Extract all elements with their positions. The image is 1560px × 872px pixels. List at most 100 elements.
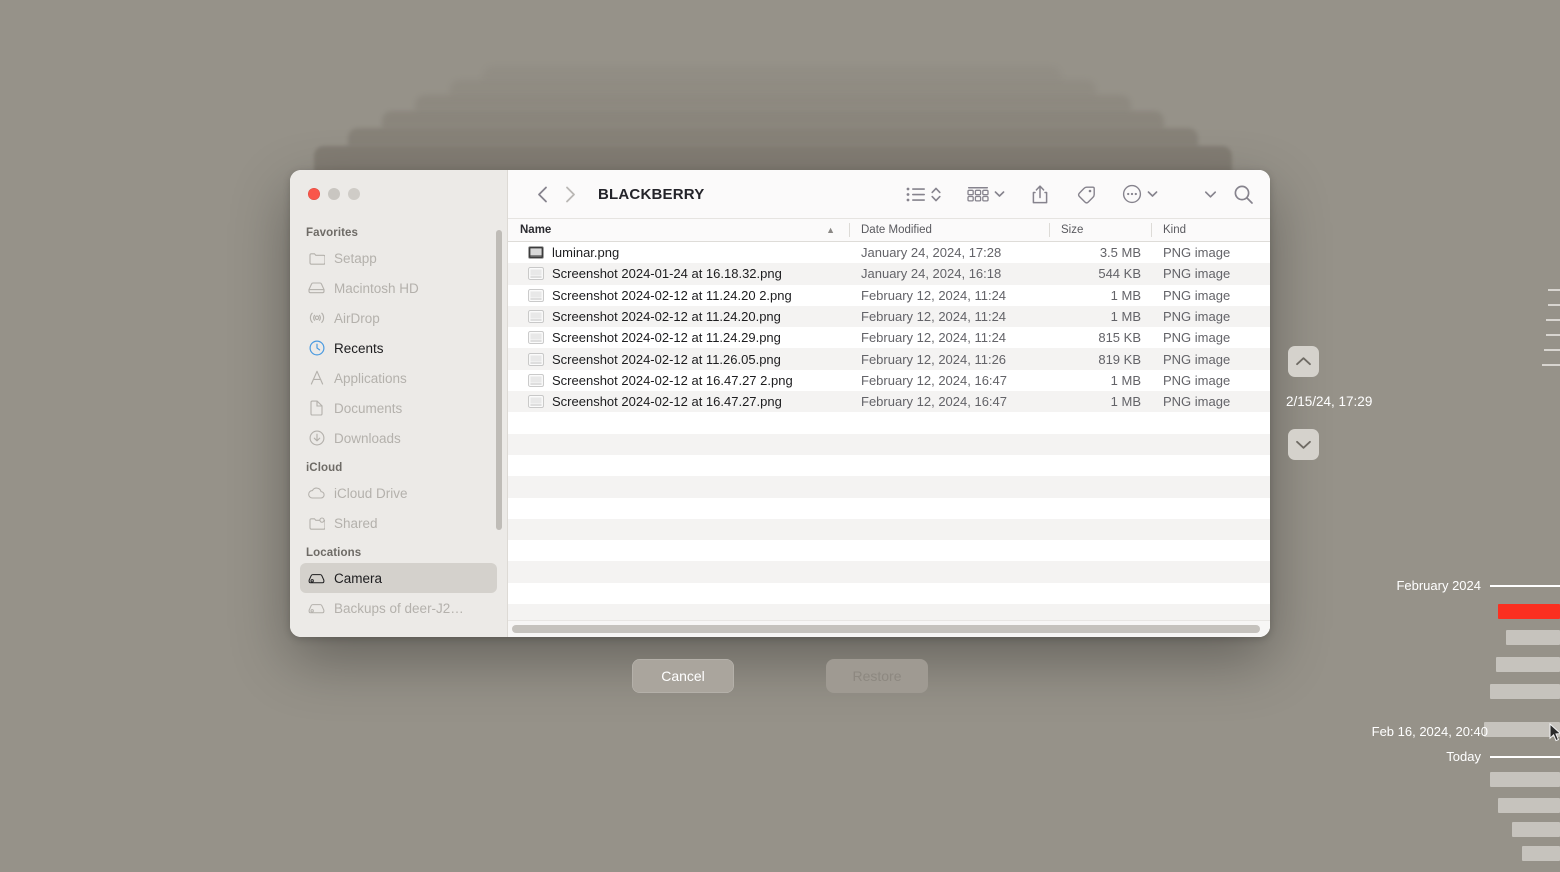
- timeline-bar[interactable]: [1496, 657, 1560, 672]
- overflow-chevron-down-icon[interactable]: [1204, 190, 1217, 199]
- timeline-bar[interactable]: [1506, 630, 1560, 645]
- timeline-bar-current[interactable]: [1498, 604, 1560, 619]
- sidebar-item-shared[interactable]: Shared: [300, 508, 497, 538]
- horizontal-scrollbar-thumb[interactable]: [512, 625, 1260, 633]
- sidebar-item-icloud-drive[interactable]: iCloud Drive: [300, 478, 497, 508]
- file-name-cell: luminar.png: [508, 245, 849, 260]
- sidebar-item-downloads[interactable]: Downloads: [300, 423, 497, 453]
- timeline-bar[interactable]: [1498, 798, 1560, 813]
- timeline-bar[interactable]: [1522, 846, 1560, 861]
- download-icon: [308, 430, 325, 447]
- stack-layer: [415, 95, 1131, 111]
- timeline-bar[interactable]: [1490, 684, 1560, 699]
- restore-button[interactable]: Restore: [826, 659, 928, 693]
- close-button[interactable]: [308, 188, 320, 200]
- timeline-label-text: February 2024: [1396, 578, 1481, 593]
- timeline-tick: [1548, 289, 1560, 291]
- file-name-cell: Screenshot 2024-02-12 at 11.24.20 2.png: [508, 288, 849, 303]
- table-row[interactable]: Screenshot 2024-02-12 at 16.47.27.png Feb…: [508, 391, 1270, 413]
- sidebar-item-recents[interactable]: Recents: [300, 333, 497, 363]
- forward-button[interactable]: [556, 180, 584, 208]
- share-icon[interactable]: [1031, 184, 1049, 205]
- table-row[interactable]: Screenshot 2024-01-24 at 16.18.32.png Jan…: [508, 263, 1270, 285]
- group-by-control[interactable]: [967, 186, 1005, 203]
- sidebar-item-setapp[interactable]: Setapp: [300, 243, 497, 273]
- sidebar-item-camera[interactable]: Camera: [300, 563, 497, 593]
- table-row[interactable]: luminar.png January 24, 2024, 17:28 3.5 MB…: [508, 242, 1270, 263]
- empty-row: [508, 518, 1270, 541]
- file-kind-cell: PNG image: [1163, 394, 1231, 410]
- sidebar-section-header: Favorites: [306, 227, 359, 239]
- view-mode-control[interactable]: [906, 186, 941, 203]
- up-down-chevron-icon[interactable]: [931, 186, 941, 203]
- table-row[interactable]: Screenshot 2024-02-12 at 16.47.27 2.png F…: [508, 370, 1270, 391]
- file-size-cell: 1 MB: [1110, 394, 1141, 410]
- minimize-button[interactable]: [328, 188, 340, 200]
- screenshot-thumb-icon: [528, 374, 544, 387]
- table-row[interactable]: Screenshot 2024-02-12 at 11.24.20.png Feb…: [508, 305, 1270, 328]
- timeline-tick: [1544, 349, 1560, 351]
- timeline-up-button[interactable]: [1288, 346, 1319, 377]
- horizontal-scrollbar[interactable]: [508, 620, 1270, 637]
- mouse-cursor: [1549, 723, 1560, 742]
- screenshot-thumb-icon: [528, 310, 544, 323]
- timeline-down-button[interactable]: [1288, 429, 1319, 460]
- maximize-button[interactable]: [348, 188, 360, 200]
- table-row[interactable]: Screenshot 2024-02-12 at 11.26.05.png Feb…: [508, 348, 1270, 370]
- more-options-control[interactable]: [1122, 184, 1158, 204]
- chevron-down-icon[interactable]: [994, 190, 1005, 198]
- table-row[interactable]: Screenshot 2024-02-12 at 11.24.29.png Feb…: [508, 327, 1270, 348]
- column-header-size[interactable]: Size: [1049, 219, 1151, 241]
- file-size-cell: 1 MB: [1110, 372, 1141, 388]
- column-header-name[interactable]: Name ▲: [508, 219, 849, 241]
- file-size-cell: 3.5 MB: [1099, 245, 1141, 261]
- timeline-bar[interactable]: [1512, 822, 1560, 837]
- search-icon[interactable]: [1233, 184, 1254, 205]
- file-name-label: Screenshot 2024-02-12 at 11.26.05.png: [552, 351, 781, 367]
- file-name-cell: Screenshot 2024-02-12 at 11.26.05.png: [508, 352, 849, 367]
- file-name-label: Screenshot 2024-02-12 at 11.24.20 2.png: [552, 287, 792, 303]
- back-button[interactable]: [528, 180, 556, 208]
- sidebar-item-label: Backups of deer-J2…: [334, 600, 464, 616]
- sidebar-item-airdrop[interactable]: AirDrop: [300, 303, 497, 333]
- column-header-kind[interactable]: Kind: [1151, 219, 1270, 241]
- stack-layer: [450, 80, 1096, 95]
- breadcrumb[interactable]: BLACKBERRY: [598, 186, 704, 203]
- file-kind-cell: PNG image: [1163, 309, 1231, 325]
- drive-icon: [308, 600, 325, 617]
- file-name-label: Screenshot 2024-02-12 at 11.24.29.png: [552, 330, 781, 346]
- sidebar-item-label: AirDrop: [334, 310, 380, 326]
- tag-icon[interactable]: [1075, 185, 1096, 204]
- sidebar-scrollbar[interactable]: [496, 230, 502, 530]
- column-header-label: Kind: [1163, 224, 1187, 236]
- sidebar-item-label: Camera: [334, 570, 383, 586]
- file-kind-cell: PNG image: [1163, 330, 1231, 346]
- sidebar-item-label: iCloud Drive: [334, 485, 408, 501]
- sidebar-item-backups-of-deer-j2[interactable]: Backups of deer-J2…: [300, 593, 497, 623]
- sidebar-item-applications[interactable]: Applications: [300, 363, 497, 393]
- cancel-button[interactable]: Cancel: [632, 659, 734, 693]
- column-header-date[interactable]: Date Modified: [849, 219, 1049, 241]
- file-name-cell: Screenshot 2024-02-12 at 16.47.27.png: [508, 394, 849, 409]
- file-size-cell: 1 MB: [1110, 309, 1141, 325]
- more-circle-icon[interactable]: [1122, 184, 1142, 204]
- empty-row: [508, 540, 1270, 561]
- file-date-cell: February 12, 2024, 11:24: [861, 309, 1007, 325]
- file-kind-cell: PNG image: [1163, 287, 1231, 303]
- file-size-cell: 815 KB: [1098, 330, 1141, 346]
- file-size-cell: 819 KB: [1098, 351, 1141, 367]
- dialog-actions: Cancel Restore: [0, 659, 1560, 693]
- empty-row: [508, 498, 1270, 519]
- sidebar-item-macintosh-hd[interactable]: Macintosh HD: [300, 273, 497, 303]
- table-row[interactable]: Screenshot 2024-02-12 at 11.24.20 2.png F…: [508, 285, 1270, 306]
- empty-row: [508, 455, 1270, 476]
- file-list[interactable]: luminar.png January 24, 2024, 17:28 3.5 MB…: [508, 242, 1270, 637]
- list-view-icon[interactable]: [906, 187, 926, 202]
- chevron-down-icon[interactable]: [1147, 190, 1158, 198]
- snapshot-timeline[interactable]: February 2024 Feb 16, 2024, 20:40 Today: [1360, 0, 1560, 872]
- timeline-bar[interactable]: [1490, 772, 1560, 787]
- sidebar-item-documents[interactable]: Documents: [300, 393, 497, 423]
- group-by-icon[interactable]: [967, 186, 989, 203]
- screenshot-thumb-icon: [528, 288, 544, 302]
- file-date-cell: January 24, 2024, 16:18: [861, 266, 1002, 282]
